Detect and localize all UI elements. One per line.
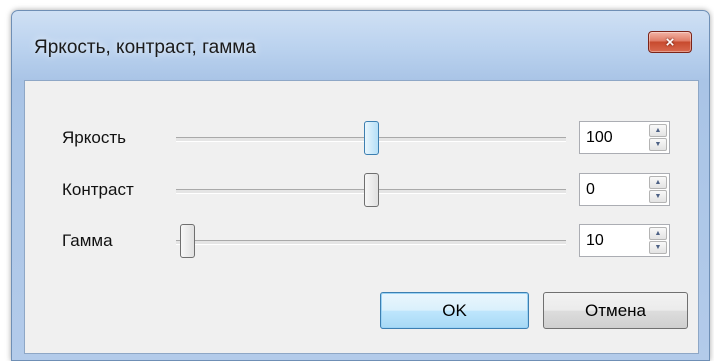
- brightness-decrement-button[interactable]: ▼: [649, 138, 667, 151]
- title-bar[interactable]: Яркость, контраст, гамма ×: [12, 11, 709, 81]
- contrast-label: Контраст: [62, 180, 134, 199]
- contrast-value[interactable]: 0: [586, 181, 595, 199]
- window-title: Яркость, контраст, гамма: [34, 37, 256, 58]
- brightness-row: Яркость 100 ▲ ▼: [25, 119, 698, 159]
- contrast-spinbox[interactable]: 0 ▲ ▼: [579, 173, 670, 206]
- brightness-slider-thumb[interactable]: [363, 121, 379, 155]
- contrast-row: Контраст 0 ▲ ▼: [25, 171, 698, 211]
- close-button[interactable]: ×: [648, 31, 692, 53]
- ok-button[interactable]: OK: [380, 292, 529, 329]
- contrast-slider-thumb[interactable]: [363, 173, 379, 207]
- contrast-decrement-button[interactable]: ▼: [649, 190, 667, 203]
- gamma-spinbox[interactable]: 10 ▲ ▼: [579, 224, 670, 257]
- gamma-slider-thumb[interactable]: [180, 224, 195, 258]
- brightness-value[interactable]: 100: [586, 129, 613, 147]
- gamma-value[interactable]: 10: [586, 232, 604, 250]
- gamma-label: Гамма: [62, 231, 113, 250]
- cancel-button[interactable]: Отмена: [543, 292, 688, 329]
- brightness-spinbox[interactable]: 100 ▲ ▼: [579, 121, 670, 154]
- gamma-row: Гамма 10 ▲ ▼: [25, 222, 698, 262]
- brightness-increment-button[interactable]: ▲: [649, 124, 667, 137]
- dialog-client-area: Яркость 100 ▲ ▼ Контраст 0 ▲ ▼ Гамма 10 …: [24, 80, 699, 354]
- gamma-slider-track[interactable]: [176, 240, 566, 245]
- gamma-decrement-button[interactable]: ▼: [649, 241, 667, 254]
- close-icon: ×: [665, 33, 675, 51]
- brightness-label: Яркость: [62, 128, 126, 147]
- gamma-increment-button[interactable]: ▲: [649, 227, 667, 240]
- dialog-window: Яркость, контраст, гамма × Яркость 100 ▲…: [11, 10, 710, 361]
- contrast-increment-button[interactable]: ▲: [649, 176, 667, 189]
